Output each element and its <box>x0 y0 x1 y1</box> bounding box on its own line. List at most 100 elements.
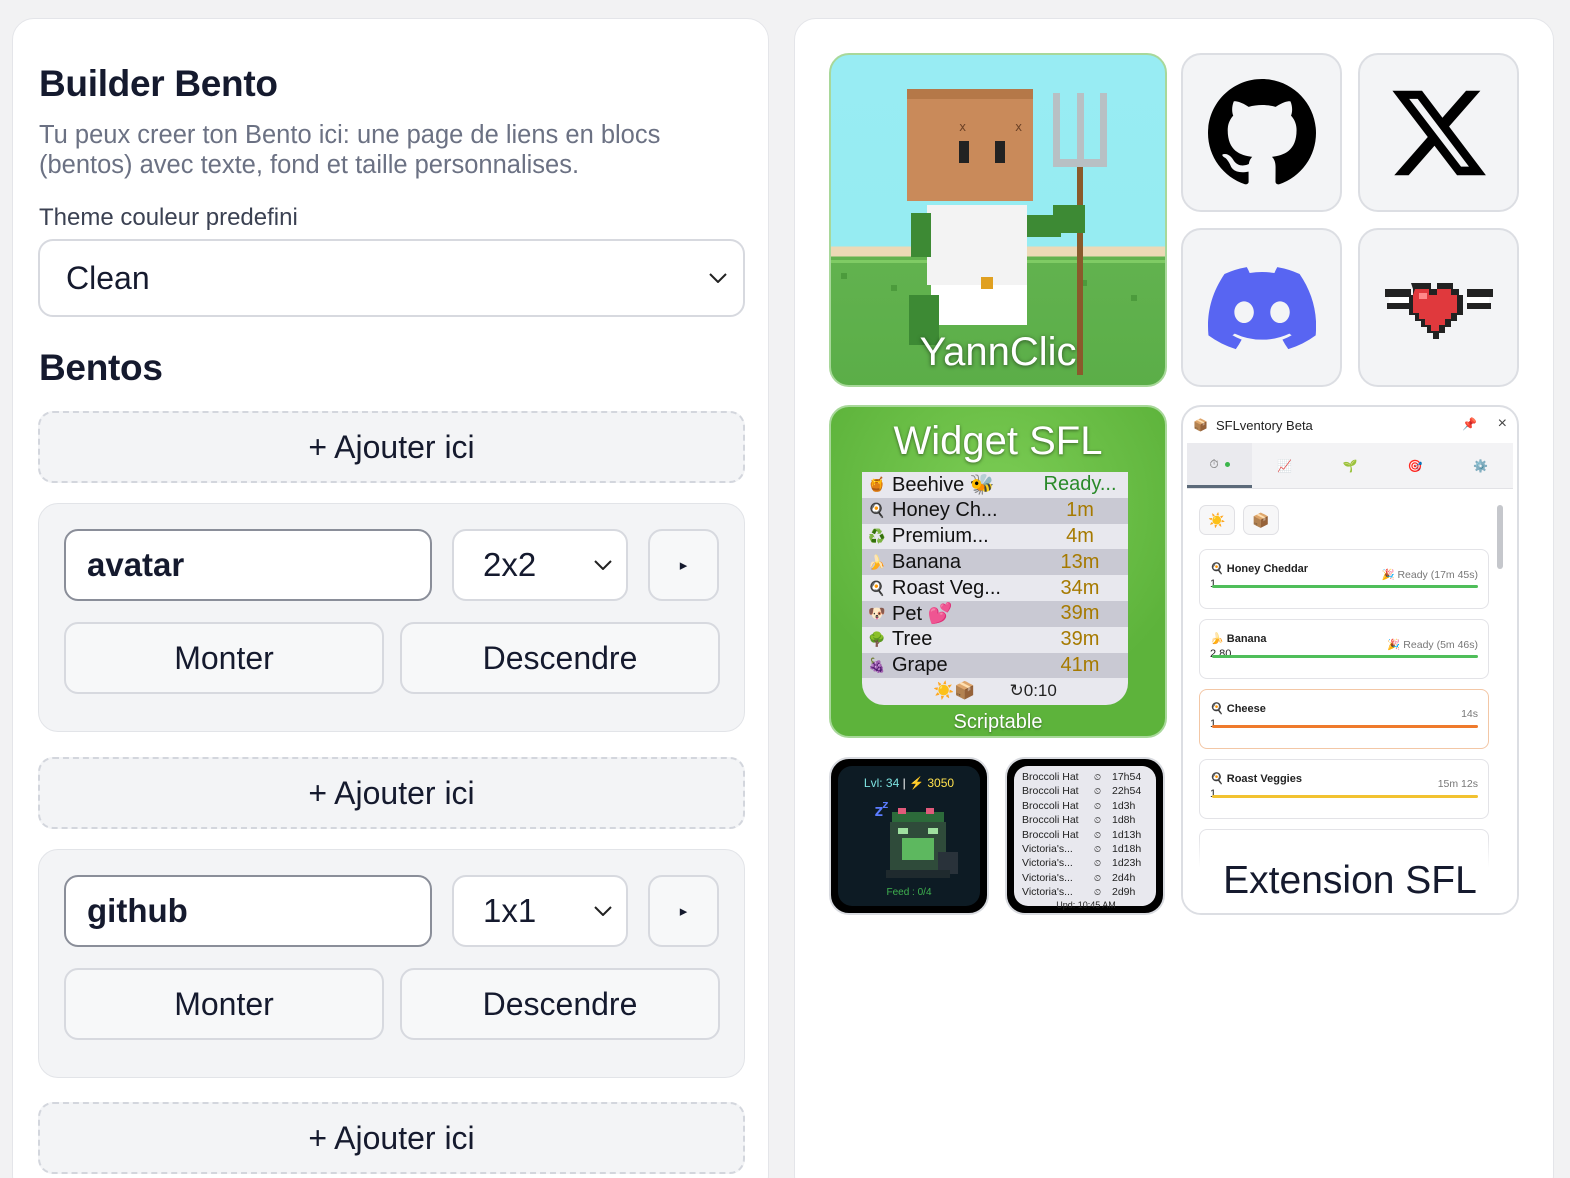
watch-row-item: Broccoli Hat <box>1022 814 1079 827</box>
widget-row: 🍳 Honey Ch... 1m <box>862 497 1128 524</box>
clock-icon: ⏲ <box>1094 829 1102 840</box>
widget-row-name: Pet 💕 <box>892 603 953 626</box>
bento-size-value: 1x1 <box>483 892 537 929</box>
widget-row-name: Roast Veg... <box>892 576 1001 599</box>
x-tile[interactable] <box>1358 53 1519 212</box>
move-down-button[interactable]: Descendre <box>400 622 720 694</box>
widget-row-icon: 🍇 <box>868 656 886 673</box>
move-down-button[interactable]: Descendre <box>400 968 720 1040</box>
bento-name-input[interactable]: avatar <box>64 529 432 601</box>
item-qty: 1 <box>1210 718 1217 730</box>
widget-list: 🍯 Beehive 🐝 Ready... 🍳 Honey Ch... 1m ♻️ Prem… <box>862 472 1128 705</box>
watch-screen: Broccoli Hat ⏲ 17h54 Broccoli Hat ⏲ 22h54 Br… <box>1014 766 1156 910</box>
avatar-tile[interactable]: x x YannClic <box>829 53 1167 387</box>
widget-row-time: 41m <box>1060 653 1100 676</box>
extension-sfl-tile[interactable]: 📦 SFLventory Beta 📌 × ⏱ 📈 🌱 🎯 ⚙️ ☀️ 📦 🍳 … <box>1181 405 1519 915</box>
item-name: 🍳 Cheese <box>1210 703 1266 715</box>
clock-icon: ⏲ <box>1094 843 1102 854</box>
watch-row-item: Victoria's... <box>1022 886 1073 899</box>
extension-label: Extension SFL <box>1223 859 1477 902</box>
bento-size-select[interactable]: 2x2 <box>452 529 628 601</box>
expand-button[interactable]: ▸ <box>648 529 719 601</box>
box-chip[interactable]: 📦 <box>1243 505 1279 535</box>
clock-icon: ⏲ <box>1094 772 1102 782</box>
tab-stats[interactable]: 📈 <box>1252 443 1317 488</box>
widget-footer-timer: ↻0:10 <box>1009 681 1057 701</box>
watch-row: Broccoli Hat ⏲ 1d3h <box>1022 799 1150 813</box>
watch-list-tile[interactable]: Broccoli Hat ⏲ 17h54 Broccoli Hat ⏲ 22h54 Br… <box>1005 757 1165 915</box>
item-status: 🎉 Ready (17m 45s) <box>1381 569 1478 581</box>
add-bento-button[interactable]: + Ajouter ici <box>38 757 745 829</box>
pet-image: z z <box>874 798 958 878</box>
widget-row-time: 4m <box>1066 524 1094 547</box>
clock-icon: ⏲ <box>1094 858 1102 869</box>
tab-crops[interactable]: 🌱 <box>1317 443 1382 488</box>
box-icon: 📦 <box>1193 418 1208 432</box>
svg-text:x: x <box>1015 120 1022 134</box>
theme-select[interactable]: Clean <box>38 239 745 317</box>
watch-pet-tile[interactable]: Lvl: 34 | ⚡ 3050 z z Feed : 0/4 <box>829 757 989 915</box>
builder-description: Tu peux creer ton Bento ici: une page de… <box>39 121 661 179</box>
expand-button[interactable]: ▸ <box>648 875 719 947</box>
item-card: 🍳 Honey Cheddar 1 🎉 Ready (17m 45s) <box>1199 549 1489 609</box>
heart-tile[interactable] <box>1358 228 1519 387</box>
scrollbar[interactable] <box>1497 505 1503 569</box>
widget-row-icon: 🍳 <box>868 579 886 596</box>
watch-row-time: 1d8h <box>1112 814 1136 827</box>
bento-size-value: 2x2 <box>483 546 537 583</box>
item-name: 🍌 Banana <box>1210 633 1267 645</box>
widget-row-time: 1m <box>1066 499 1094 522</box>
discord-tile[interactable] <box>1181 228 1342 387</box>
watch-row-time: 2d9h <box>1112 886 1136 899</box>
watch-row: Victoria's... ⏲ 1d23h <box>1022 856 1150 870</box>
widget-row: 🍳 Roast Veg... 34m <box>862 575 1128 601</box>
github-tile[interactable] <box>1181 53 1342 212</box>
bento-name-input[interactable]: github <box>64 875 432 947</box>
extension-tabs: ⏱ 📈 🌱 🎯 ⚙️ <box>1187 443 1513 489</box>
watch-row: Broccoli Hat ⏲ 17h54 <box>1022 770 1150 784</box>
bento-size-select[interactable]: 1x1 <box>452 875 628 947</box>
add-bento-button[interactable]: + Ajouter ici <box>38 1102 745 1174</box>
tab-settings[interactable]: ⚙️ <box>1448 443 1513 488</box>
level-text: Lvl: 34 <box>863 776 900 790</box>
watch-screen: Lvl: 34 | ⚡ 3050 z z Feed : 0/4 <box>838 766 980 906</box>
widget-row-name: Tree <box>892 628 933 651</box>
item-name: 🍳 Honey Cheddar <box>1210 563 1309 575</box>
feed-text: Feed : 0/4 <box>886 887 932 898</box>
widget-row-name: Banana <box>892 550 961 573</box>
bento-card: avatar 2x2 ▸ Monter Descendre <box>38 503 745 732</box>
progress-bar <box>1212 585 1478 588</box>
widget-row: 🍇 Grape 41m <box>862 652 1128 679</box>
pin-icon[interactable]: 📌 <box>1462 417 1477 431</box>
widget-footer-icons: ☀️📦 <box>933 681 976 701</box>
theme-select-value: Clean <box>66 259 150 296</box>
move-up-button[interactable]: Monter <box>64 622 384 694</box>
svg-text:x: x <box>959 120 966 134</box>
progress-bar <box>1212 655 1478 658</box>
watch-row-time: 2d4h <box>1112 871 1136 884</box>
tab-timers[interactable]: ⏱ <box>1187 443 1253 488</box>
status-dot <box>1224 461 1230 467</box>
widget-row-name: Honey Ch... <box>892 499 998 522</box>
chevron-down-icon <box>594 560 612 570</box>
widget-row-time: 39m <box>1060 628 1100 651</box>
close-icon[interactable]: × <box>1498 415 1507 433</box>
watch-row-item: Victoria's... <box>1022 871 1073 884</box>
progress-bar <box>1212 795 1478 798</box>
widget-row-icon: 🐶 <box>868 605 886 622</box>
add-bento-button[interactable]: + Ajouter ici <box>38 411 745 483</box>
widget-row-name: Premium... <box>892 524 989 547</box>
sun-chip[interactable]: ☀️ <box>1199 505 1235 535</box>
progress-bar <box>1212 725 1478 728</box>
chevron-down-icon <box>709 273 727 283</box>
tab-goals[interactable]: 🎯 <box>1383 443 1448 488</box>
gear-icon: ⚙️ <box>1472 458 1488 473</box>
move-up-button[interactable]: Monter <box>64 968 384 1040</box>
builder-title: Builder Bento <box>39 63 278 104</box>
widget-row: 🍌 Banana 13m <box>862 549 1128 576</box>
discord-icon <box>1207 266 1316 349</box>
watch-row: Victoria's... ⏲ 2d9h <box>1022 885 1150 899</box>
filter-chips: ☀️ 📦 <box>1199 505 1279 535</box>
widget-row-time: 39m <box>1060 602 1100 625</box>
widget-sfl-tile[interactable]: Widget SFL 🍯 Beehive 🐝 Ready... 🍳 Honey Ch.… <box>829 405 1167 738</box>
